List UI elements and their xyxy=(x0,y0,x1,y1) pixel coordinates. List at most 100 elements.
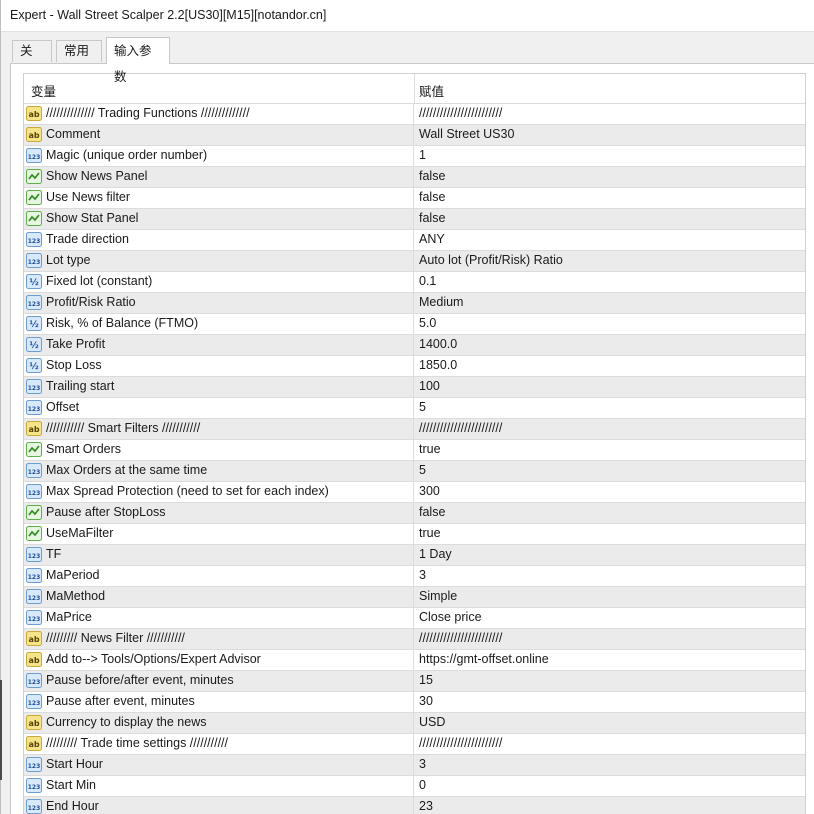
table-row[interactable]: ½ Take Profit 1400.0 xyxy=(24,334,805,355)
variable-cell[interactable]: ½ Take Profit xyxy=(24,335,414,355)
variable-cell[interactable]: ab Currency to display the news xyxy=(24,713,414,733)
value-cell[interactable]: https://gmt-offset.online xyxy=(419,652,549,666)
table-row[interactable]: 123 Start Hour 3 xyxy=(24,754,805,775)
value-cell[interactable]: Close price xyxy=(419,610,482,624)
table-row[interactable]: 123 Max Orders at the same time 5 xyxy=(24,460,805,481)
variable-cell[interactable]: 123 Start Min xyxy=(24,776,414,796)
variable-cell[interactable]: ab ///////// News Filter /////////// xyxy=(24,629,414,649)
value-cell[interactable]: 1 xyxy=(419,148,426,162)
tab-about[interactable]: 关于 xyxy=(12,40,52,79)
table-row[interactable]: ab Add to--> Tools/Options/Expert Advisor… xyxy=(24,649,805,670)
table-row[interactable]: ab ////////////// Trading Functions /////… xyxy=(24,103,805,124)
column-header-value[interactable]: 赋值 xyxy=(419,81,444,100)
variable-cell[interactable]: ab Comment xyxy=(24,125,414,145)
value-cell[interactable]: ANY xyxy=(419,232,445,246)
table-row[interactable]: ab ///////// Trade time settings ////////… xyxy=(24,733,805,754)
variable-cell[interactable]: Smart Orders xyxy=(24,440,414,460)
variable-cell[interactable]: UseMaFilter xyxy=(24,524,414,544)
variable-cell[interactable]: ½ Risk, % of Balance (FTMO) xyxy=(24,314,414,334)
variable-cell[interactable]: 123 Offset xyxy=(24,398,414,418)
value-cell[interactable]: 3 xyxy=(419,568,426,582)
value-cell[interactable]: //////////////////////// xyxy=(419,736,502,750)
table-row[interactable]: 123 Profit/Risk Ratio Medium xyxy=(24,292,805,313)
table-row[interactable]: 123 Lot type Auto lot (Profit/Risk) Ratio xyxy=(24,250,805,271)
value-cell[interactable]: 100 xyxy=(419,379,440,393)
value-cell[interactable]: 1850.0 xyxy=(419,358,457,372)
variable-cell[interactable]: 123 TF xyxy=(24,545,414,565)
table-row[interactable]: 123 Pause before/after event, minutes 15 xyxy=(24,670,805,691)
table-row[interactable]: 123 Offset 5 xyxy=(24,397,805,418)
variable-cell[interactable]: Show Stat Panel xyxy=(24,209,414,229)
value-cell[interactable]: false xyxy=(419,211,445,225)
table-row[interactable]: 123 End Hour 23 xyxy=(24,796,805,814)
table-row[interactable]: Show News Panel false xyxy=(24,166,805,187)
value-cell[interactable]: Wall Street US30 xyxy=(419,127,514,141)
variable-cell[interactable]: Pause after StopLoss xyxy=(24,503,414,523)
value-cell[interactable]: 5 xyxy=(419,463,426,477)
value-cell[interactable]: Medium xyxy=(419,295,463,309)
table-row[interactable]: Use News filter false xyxy=(24,187,805,208)
value-cell[interactable]: 0.1 xyxy=(419,274,436,288)
value-cell[interactable]: true xyxy=(419,442,441,456)
table-row[interactable]: Pause after StopLoss false xyxy=(24,502,805,523)
table-row[interactable]: UseMaFilter true xyxy=(24,523,805,544)
variable-cell[interactable]: 123 Max Orders at the same time xyxy=(24,461,414,481)
value-cell[interactable]: 300 xyxy=(419,484,440,498)
table-row[interactable]: 123 Trade direction ANY xyxy=(24,229,805,250)
table-row[interactable]: 123 Magic (unique order number) 1 xyxy=(24,145,805,166)
value-cell[interactable]: true xyxy=(419,526,441,540)
table-row[interactable]: ab ///////// News Filter /////////// /////… xyxy=(24,628,805,649)
column-header-variable[interactable]: 变量 xyxy=(31,81,56,100)
variable-cell[interactable]: 123 Trade direction xyxy=(24,230,414,250)
variable-cell[interactable]: ½ Fixed lot (constant) xyxy=(24,272,414,292)
table-row[interactable]: 123 Pause after event, minutes 30 xyxy=(24,691,805,712)
table-row[interactable]: 123 MaPeriod 3 xyxy=(24,565,805,586)
variable-cell[interactable]: 123 Start Hour xyxy=(24,755,414,775)
value-cell[interactable]: 15 xyxy=(419,673,433,687)
value-cell[interactable]: //////////////////////// xyxy=(419,106,502,120)
variable-cell[interactable]: ab Add to--> Tools/Options/Expert Advisor xyxy=(24,650,414,670)
value-cell[interactable]: 3 xyxy=(419,757,426,771)
value-cell[interactable]: 0 xyxy=(419,778,426,792)
table-row[interactable]: Smart Orders true xyxy=(24,439,805,460)
table-row[interactable]: ½ Stop Loss 1850.0 xyxy=(24,355,805,376)
table-row[interactable]: ab Comment Wall Street US30 xyxy=(24,124,805,145)
value-cell[interactable]: //////////////////////// xyxy=(419,631,502,645)
value-cell[interactable]: 1 Day xyxy=(419,547,452,561)
variable-cell[interactable]: 123 Lot type xyxy=(24,251,414,271)
value-cell[interactable]: 23 xyxy=(419,799,433,813)
tab-common[interactable]: 常用 xyxy=(56,40,102,62)
variable-cell[interactable]: 123 Profit/Risk Ratio xyxy=(24,293,414,313)
variable-cell[interactable]: ab ///////// Trade time settings ////////… xyxy=(24,734,414,754)
variable-cell[interactable]: 123 Pause after event, minutes xyxy=(24,692,414,712)
variable-cell[interactable]: 123 Pause before/after event, minutes xyxy=(24,671,414,691)
variable-cell[interactable]: 123 Trailing start xyxy=(24,377,414,397)
column-separator[interactable] xyxy=(414,74,415,103)
table-row[interactable]: Show Stat Panel false xyxy=(24,208,805,229)
table-row[interactable]: 123 Trailing start 100 xyxy=(24,376,805,397)
variable-cell[interactable]: 123 MaPrice xyxy=(24,608,414,628)
table-row[interactable]: 123 TF 1 Day xyxy=(24,544,805,565)
value-cell[interactable]: false xyxy=(419,505,445,519)
value-cell[interactable]: false xyxy=(419,190,445,204)
table-row[interactable]: 123 MaPrice Close price xyxy=(24,607,805,628)
table-row[interactable]: 123 Max Spread Protection (need to set fo… xyxy=(24,481,805,502)
value-cell[interactable]: Auto lot (Profit/Risk) Ratio xyxy=(419,253,563,267)
table-row[interactable]: 123 MaMethod Simple xyxy=(24,586,805,607)
value-cell[interactable]: Simple xyxy=(419,589,457,603)
variable-cell[interactable]: 123 MaPeriod xyxy=(24,566,414,586)
value-cell[interactable]: false xyxy=(419,169,445,183)
value-cell[interactable]: 1400.0 xyxy=(419,337,457,351)
variable-cell[interactable]: 123 Max Spread Protection (need to set fo… xyxy=(24,482,414,502)
table-row[interactable]: ab Currency to display the news USD xyxy=(24,712,805,733)
table-row[interactable]: ½ Risk, % of Balance (FTMO) 5.0 xyxy=(24,313,805,334)
variable-cell[interactable]: ab /////////// Smart Filters /////////// xyxy=(24,419,414,439)
variable-cell[interactable]: Show News Panel xyxy=(24,167,414,187)
table-row[interactable]: 123 Start Min 0 xyxy=(24,775,805,796)
variable-cell[interactable]: Use News filter xyxy=(24,188,414,208)
variable-cell[interactable]: 123 End Hour xyxy=(24,797,414,814)
value-cell[interactable]: 30 xyxy=(419,694,433,708)
table-row[interactable]: ab /////////// Smart Filters /////////// /… xyxy=(24,418,805,439)
variable-cell[interactable]: 123 MaMethod xyxy=(24,587,414,607)
table-row[interactable]: ½ Fixed lot (constant) 0.1 xyxy=(24,271,805,292)
